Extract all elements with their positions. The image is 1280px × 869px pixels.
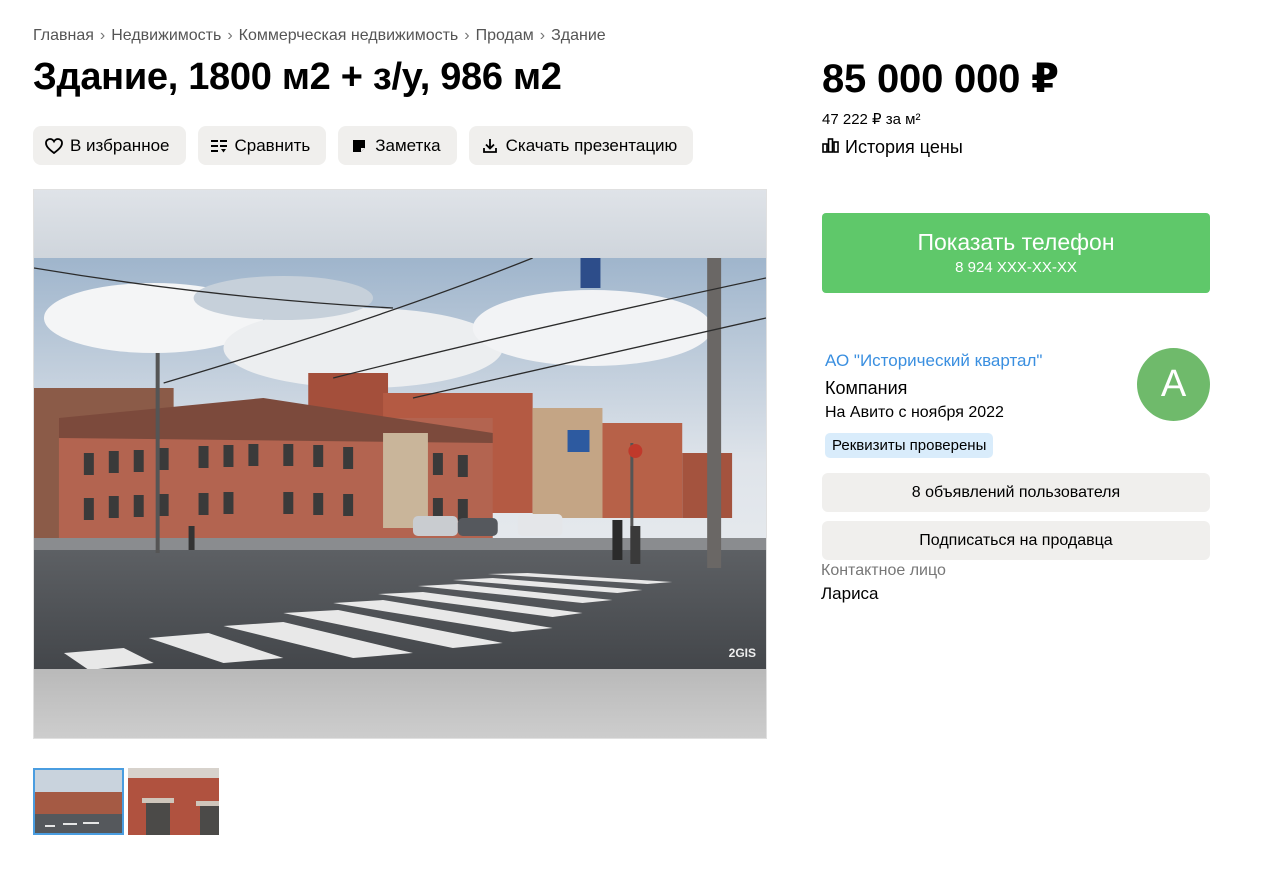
favorite-label: В избранное: [70, 135, 170, 155]
breadcrumb-separator: ›: [539, 27, 546, 44]
contact-person-label: Контактное лицо: [821, 562, 946, 579]
breadcrumb-realty[interactable]: Недвижимость: [111, 27, 221, 45]
thumbnail-2[interactable]: [128, 768, 219, 835]
seller-since: На Авито с ноября 2022: [825, 404, 1004, 421]
seller-name-link[interactable]: АО "Исторический квартал": [825, 351, 1042, 371]
heart-icon: [45, 137, 63, 155]
street-photo: [34, 258, 766, 670]
favorite-button[interactable]: В избранное: [33, 126, 186, 165]
breadcrumb-separator: ›: [464, 27, 470, 44]
page-title: Здание, 1800 м2 + з/у, 986 м2: [33, 56, 562, 98]
verified-badge: Реквизиты проверены: [825, 433, 994, 458]
price-per-m2: 47 222 ₽ за м²: [822, 111, 921, 128]
thumbnail-strip: [33, 768, 219, 835]
breadcrumb-building[interactable]: Здание: [551, 27, 606, 45]
seller-ads-button[interactable]: 8 объявлений пользователя: [822, 473, 1210, 512]
breadcrumb: Главная › Недвижимость › Коммерческая не…: [33, 27, 606, 45]
download-presentation-button[interactable]: Скачать презентацию: [468, 126, 694, 165]
compare-label: Сравнить: [234, 135, 311, 155]
price-history-link[interactable]: История цены: [822, 137, 963, 158]
breadcrumb-home[interactable]: Главная: [33, 27, 94, 45]
breadcrumb-commercial[interactable]: Коммерческая недвижимость: [239, 27, 459, 45]
thumbnail-1[interactable]: [33, 768, 124, 835]
note-label: Заметка: [375, 135, 441, 155]
compare-icon: [210, 137, 228, 155]
photo-watermark: 2GIS: [728, 646, 756, 660]
show-phone-label: Показать телефон: [917, 229, 1115, 255]
note-button[interactable]: Заметка: [338, 126, 457, 165]
compare-button[interactable]: Сравнить: [197, 126, 327, 165]
show-phone-button[interactable]: Показать телефон 8 924 XXX-XX-XX: [822, 213, 1210, 293]
chart-icon: [822, 137, 839, 158]
main-photo[interactable]: 2GIS: [33, 189, 767, 739]
action-bar: В избранное Сравнить Заметка Скачать пре…: [33, 126, 694, 165]
breadcrumb-separator: ›: [99, 27, 106, 44]
contact-person-name: Лариса: [821, 584, 879, 603]
photo-blur-bottom: [34, 669, 766, 738]
download-label: Скачать презентацию: [505, 135, 678, 155]
avatar[interactable]: А: [1137, 348, 1210, 421]
price-history-label: История цены: [845, 137, 963, 157]
seller-type: Компания: [825, 378, 908, 398]
photo-blur-top: [34, 190, 766, 258]
breadcrumb-sell[interactable]: Продам: [476, 27, 534, 45]
download-icon: [481, 137, 499, 155]
phone-number-masked: 8 924 XXX-XX-XX: [955, 259, 1077, 276]
note-icon: [350, 137, 368, 155]
breadcrumb-separator: ›: [227, 27, 233, 44]
price-total: 85 000 000 ₽: [822, 57, 1059, 101]
subscribe-seller-button[interactable]: Подписаться на продавца: [822, 521, 1210, 560]
